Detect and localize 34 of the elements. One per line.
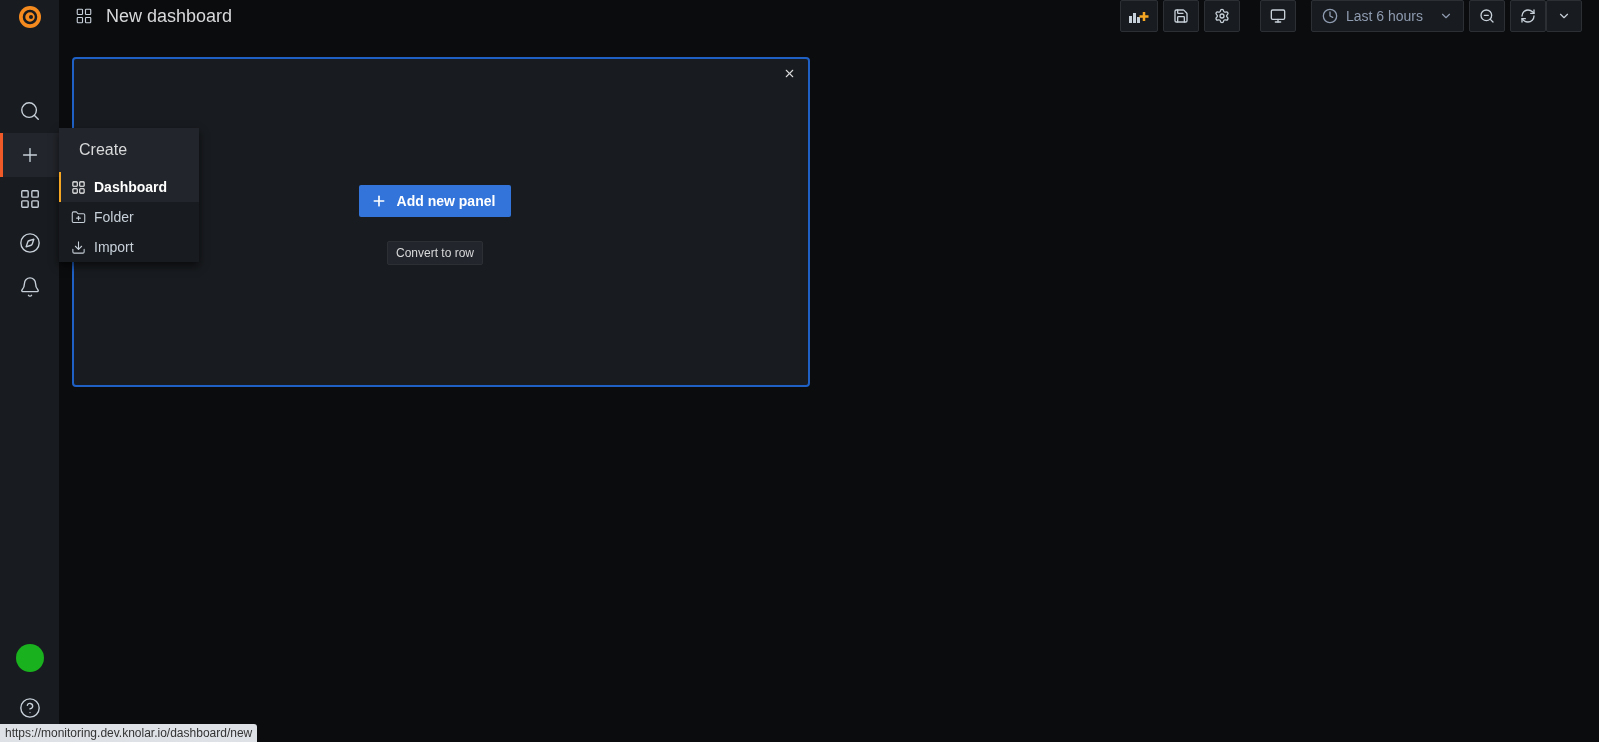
grid-icon [71,179,86,195]
refresh-button[interactable] [1510,0,1546,32]
time-range-picker[interactable]: Last 6 hours [1310,0,1464,32]
zoom-out-button[interactable] [1469,0,1505,32]
dashboard-title[interactable]: New dashboard [106,5,233,27]
clock-icon [1321,8,1338,24]
add-new-panel-button[interactable]: Add new panel [358,185,512,217]
bar-chart-plus-icon [1128,9,1149,23]
help-icon[interactable] [18,697,41,719]
menu-item[interactable]: Folder [59,202,199,232]
zoom-out-icon [1479,8,1495,24]
convert-to-row-button[interactable]: Convert to row [387,241,483,265]
refresh-icon [1520,8,1536,24]
bell-icon [18,276,41,298]
grid-icon [75,7,93,25]
compass-icon [18,232,41,254]
add-panel-button[interactable] [1119,0,1158,32]
settings-icon [1213,8,1230,24]
close-icon [783,67,796,80]
save-icon [1172,8,1189,24]
download-icon [71,239,86,255]
search-icon [18,100,41,122]
menu-title: Create [79,141,128,159]
grid-icon [18,188,41,210]
status-url: https://monitoring.dev.knolar.io/dashboard/new [0,724,258,742]
folder-plus-icon [71,209,86,225]
menu-item[interactable]: Dashboard [59,172,199,202]
settings-button[interactable] [1203,0,1240,32]
sidebar-item[interactable] [0,133,59,177]
save-button[interactable] [1162,0,1199,32]
view-mode-button[interactable] [1259,0,1296,32]
user-avatar[interactable] [15,644,44,672]
monitor-icon [1269,8,1286,24]
menu-item[interactable]: Import [59,232,199,262]
